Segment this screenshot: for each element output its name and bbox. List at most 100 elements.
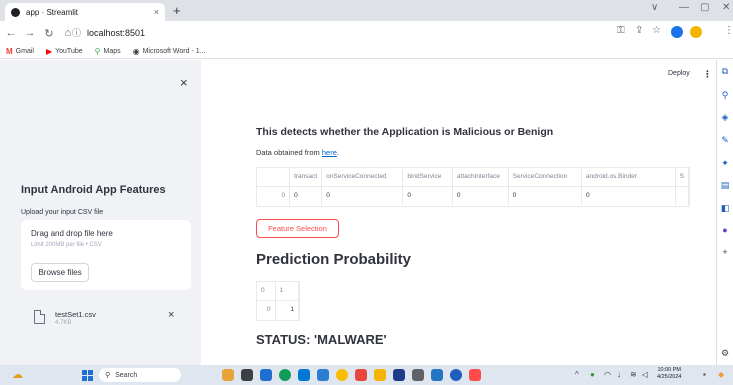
system-clock[interactable]: 10:00 PM 4/25/2024: [657, 367, 681, 381]
feature-selection-button[interactable]: Feature Selection: [256, 219, 339, 238]
maximize-button[interactable]: ▢: [700, 2, 709, 13]
bookmark-maps[interactable]: ⚲ Maps: [95, 47, 121, 56]
table-cell: 0: [402, 186, 453, 205]
table-header-cell[interactable]: 1: [275, 282, 299, 301]
taskbar-app-icon[interactable]: [298, 369, 310, 381]
notification-bell-icon[interactable]: ▪: [703, 370, 706, 379]
edge-browser-icon[interactable]: [279, 369, 291, 381]
table-header-cell[interactable]: S: [675, 168, 689, 187]
taskbar-app-icon[interactable]: [222, 369, 234, 381]
share-icon[interactable]: ⇪: [635, 25, 643, 36]
table-header-cell[interactable]: transact: [289, 168, 323, 187]
table-cell: 0: [452, 186, 509, 205]
taskbar-app-icon[interactable]: [355, 369, 367, 381]
deploy-button[interactable]: Deploy: [668, 70, 690, 77]
sidebar-title: Input Android App Features: [21, 184, 166, 196]
clock-date: 4/25/2024: [657, 374, 682, 380]
profile-avatar-icon[interactable]: [690, 26, 702, 38]
tray-app-icon[interactable]: ↓: [617, 370, 621, 379]
sidebar-close-icon[interactable]: ×: [180, 75, 188, 90]
browser-tab[interactable]: app · Streamlit ×: [5, 3, 165, 21]
tools-icon[interactable]: ✎: [720, 135, 730, 145]
prediction-probability-heading: Prediction Probability: [256, 251, 412, 268]
maps-icon: ⚲: [94, 47, 101, 56]
close-window-button[interactable]: ✕: [722, 2, 730, 13]
taskbar-app-icon[interactable]: [393, 369, 405, 381]
chrome-icon[interactable]: [336, 369, 348, 381]
bookmark-star-icon[interactable]: ☆: [652, 25, 661, 36]
features-dataframe[interactable]: transact onServiceConnected bindService …: [256, 167, 690, 207]
table-header-cell[interactable]: ServiceConnection: [508, 168, 582, 187]
reload-icon[interactable]: ↻: [41, 27, 57, 40]
browser-menu-icon[interactable]: ⋮: [724, 25, 733, 36]
table-header-cell: [257, 168, 291, 187]
drop-icon[interactable]: ●: [720, 225, 730, 235]
table-index-cell: 0: [257, 300, 276, 319]
forward-arrow-icon[interactable]: →: [22, 27, 38, 39]
bookmark-gmail[interactable]: M Gmail: [6, 47, 34, 56]
file-dropzone[interactable]: Drag and drop file here Limit 200MB per …: [21, 220, 191, 290]
table-header-cell[interactable]: 0: [257, 282, 276, 301]
address-bar[interactable]: ⓘ localhost:8501: [68, 24, 613, 41]
shopping-icon[interactable]: ◈: [720, 112, 730, 122]
probability-dataframe[interactable]: 0 1 0 1: [256, 281, 300, 321]
file-explorer-icon[interactable]: [374, 369, 386, 381]
windows-start-icon[interactable]: [82, 370, 93, 381]
back-arrow-icon[interactable]: ←: [3, 27, 19, 39]
table-cell: 0: [508, 186, 582, 205]
outlook-icon[interactable]: ◧: [720, 203, 730, 213]
table-header-row: 0 1: [257, 282, 299, 301]
search-side-icon[interactable]: ⚲: [720, 90, 730, 100]
games-icon[interactable]: ✦: [720, 158, 730, 168]
taskbar-search-input[interactable]: ⚲ Search: [99, 368, 181, 382]
status-text: STATUS: 'MALWARE': [256, 332, 387, 347]
taskbar-app-icon[interactable]: [241, 369, 253, 381]
wifi-icon[interactable]: ≋: [630, 370, 637, 379]
taskbar-app-icon[interactable]: [450, 369, 462, 381]
file-name: testSet1.csv: [55, 310, 96, 319]
taskbar-app-icon[interactable]: [317, 369, 329, 381]
tray-app-icon[interactable]: ◠: [604, 370, 611, 379]
taskbar-app-icon[interactable]: [469, 369, 481, 381]
streamlit-favicon-icon: [11, 7, 20, 17]
table-header-cell[interactable]: android.os.Binder: [581, 168, 676, 187]
bookmark-youtube[interactable]: ▶ YouTube: [46, 47, 83, 56]
browse-files-button[interactable]: Browse files: [31, 263, 89, 282]
tab-search-icon[interactable]: ∨: [651, 2, 658, 13]
bookmark-word[interactable]: ◉ Microsoft Word - 1...: [133, 47, 206, 56]
table-index-cell: 0: [257, 186, 291, 205]
password-key-icon[interactable]: ⚿: [617, 25, 625, 36]
streamlit-sidebar: × Input Android App Features Upload your…: [0, 60, 201, 365]
office-icon[interactable]: ▤: [720, 180, 730, 190]
data-source-link[interactable]: here: [322, 148, 337, 157]
vscode-icon[interactable]: [431, 369, 443, 381]
copilot-icon[interactable]: ⧉: [720, 66, 730, 76]
tray-overflow-icon[interactable]: ^: [575, 370, 579, 379]
volume-icon[interactable]: ◁: [642, 370, 648, 379]
table-header-cell[interactable]: attachInterface: [452, 168, 509, 187]
main-content: Deploy ⋮ This detects whether the Applic…: [201, 60, 716, 365]
tray-app-icon[interactable]: ●: [590, 370, 595, 379]
extension-icon[interactable]: [671, 26, 683, 38]
taskbar-app-icon[interactable]: [260, 369, 272, 381]
table-cell: 0: [321, 186, 404, 205]
file-size: 4.7KB: [55, 320, 72, 326]
app-menu-icon[interactable]: ⋮: [703, 69, 712, 80]
table-header-row: transact onServiceConnected bindService …: [257, 168, 689, 187]
settings-gear-icon[interactable]: ⚙: [720, 348, 730, 358]
weather-icon[interactable]: ☁: [12, 368, 23, 381]
site-info-icon[interactable]: ⓘ: [72, 26, 81, 39]
remove-file-icon[interactable]: ×: [168, 309, 174, 321]
add-icon[interactable]: +: [720, 247, 730, 257]
table-header-cell[interactable]: onServiceConnected: [321, 168, 404, 187]
taskbar-app-icon[interactable]: [412, 369, 424, 381]
dropzone-title: Drag and drop file here: [31, 229, 113, 238]
copilot-taskbar-icon[interactable]: ◆: [718, 370, 724, 379]
minimize-button[interactable]: —: [679, 2, 689, 13]
clock-time: 10:00 PM: [657, 367, 681, 373]
tab-close-icon[interactable]: ×: [154, 7, 159, 17]
new-tab-button[interactable]: +: [173, 3, 181, 18]
page-title: This detects whether the Application is …: [256, 126, 554, 138]
table-header-cell[interactable]: bindService: [402, 168, 453, 187]
gmail-icon: M: [6, 47, 13, 56]
